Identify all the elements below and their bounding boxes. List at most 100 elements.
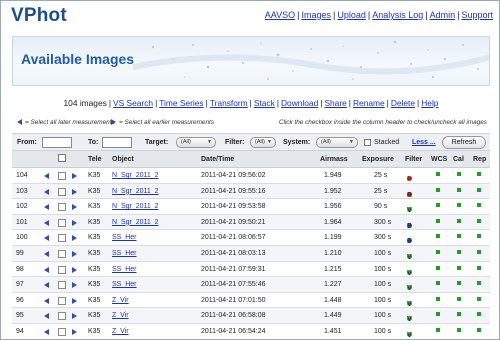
col-cal[interactable]: Cal	[453, 156, 464, 163]
row-object-link[interactable]: SS_Her	[112, 281, 137, 288]
table-row[interactable]: 94 K35 Z_Vir 2011-04-21 06:54:24 1.451 100 sV	[12, 324, 490, 339]
select-earlier-icon[interactable]	[72, 188, 77, 195]
select-later-icon[interactable]	[44, 235, 49, 242]
to-label: To:	[88, 139, 99, 146]
stacked-checkbox[interactable]	[364, 139, 371, 146]
row-object-link[interactable]: N_Sgr_2011_2	[112, 203, 159, 210]
row-datetime: 2011-04-21 09:56:02	[201, 172, 266, 179]
col-wcs[interactable]: WCS	[431, 156, 447, 163]
nav-images[interactable]: Images	[302, 10, 332, 20]
select-later-icon[interactable]	[44, 297, 49, 304]
less-options-link[interactable]: Less ...	[412, 139, 436, 146]
row-checkbox[interactable]	[58, 296, 66, 305]
select-later-icon[interactable]	[44, 219, 49, 226]
row-object-link[interactable]: Z_Vir	[112, 328, 129, 335]
row-checkbox[interactable]	[58, 327, 66, 336]
row-checkbox[interactable]	[58, 249, 66, 258]
select-later-icon[interactable]	[44, 188, 49, 195]
nav-upload[interactable]: Upload	[337, 10, 366, 20]
select-earlier-icon[interactable]	[72, 250, 77, 257]
col-airmass[interactable]: Airmass	[320, 156, 348, 163]
col-filter[interactable]: Filter	[405, 156, 422, 163]
row-object-link[interactable]: Z_Vir	[112, 297, 129, 304]
row-checkbox[interactable]	[58, 234, 66, 243]
select-later-icon[interactable]	[44, 173, 49, 179]
select-later-icon[interactable]	[44, 266, 49, 273]
select-earlier-icon[interactable]	[72, 328, 77, 335]
col-rep[interactable]: Rep	[473, 156, 486, 163]
link-vs-search[interactable]: VS Search	[113, 98, 153, 108]
nav-admin[interactable]: Admin	[430, 10, 456, 20]
col-exposure[interactable]: Exposure	[362, 156, 394, 163]
link-delete[interactable]: Delete	[391, 98, 415, 108]
table-row[interactable]: 95 K35 Z_Vir 2011-04-21 06:58:08 1.449 100 sV	[12, 308, 490, 324]
to-date-input[interactable]	[102, 137, 132, 148]
select-all-checkbox[interactable]	[58, 154, 66, 162]
row-datetime: 2011-04-21 07:55:46	[201, 281, 266, 289]
table-row[interactable]: 98 K35 SS_Her 2011-04-21 07:59:31 1.215 100 s…	[12, 262, 490, 278]
filter-select[interactable]: (All) ▼	[250, 137, 276, 148]
row-exposure: 100 s	[374, 296, 392, 304]
row-number: 94	[16, 327, 24, 335]
row-checkbox[interactable]	[58, 265, 66, 274]
system-select[interactable]: (All) ▼	[316, 137, 358, 148]
select-later-icon[interactable]	[44, 204, 49, 211]
table-row[interactable]: 102 K35 N_Sgr_2011_2 2011-04-21 09:53:58 1.9…	[12, 199, 490, 215]
select-earlier-icon[interactable]	[72, 313, 77, 320]
nav-aavso[interactable]: AAVSO	[265, 10, 295, 20]
table-row[interactable]: 103 K35 N_Sgr_2011_2 2011-04-21 09:55:16 1.9…	[12, 183, 490, 200]
select-earlier-icon[interactable]	[72, 297, 77, 304]
select-earlier-icon[interactable]	[72, 219, 77, 226]
rep-status-icon	[477, 218, 481, 223]
link-download[interactable]: Download	[281, 98, 318, 108]
col-tele[interactable]: Tele	[88, 156, 102, 163]
row-checkbox[interactable]	[58, 187, 66, 196]
table-row[interactable]: 99 K35 SS_Her 2011-04-21 08:03:13 1.210 100 s…	[12, 245, 490, 262]
row-checkbox[interactable]	[58, 203, 66, 212]
table-row[interactable]: 100 K35 SS_Her 2011-04-21 08:06:57 1.199 300 …	[12, 230, 490, 246]
row-exposure: 100 s	[374, 312, 392, 320]
select-later-icon[interactable]	[44, 313, 49, 320]
select-later-icon[interactable]	[44, 328, 49, 335]
from-label: From:	[17, 139, 37, 146]
row-object-link[interactable]: Z_Vir	[112, 312, 129, 319]
wcs-status-icon	[436, 249, 440, 254]
select-later-icon[interactable]	[44, 282, 49, 289]
nav-analysis-log[interactable]: Analysis Log	[372, 10, 423, 20]
table-row[interactable]: 104 K35 N_Sgr_2011_2 2011-04-21 09:56:02 1.9…	[12, 168, 490, 184]
table-row[interactable]: 101 K35 N_Sgr_2011_2 2011-04-21 09:50:21 1.9…	[12, 214, 490, 231]
row-object-link[interactable]: N_Sgr_2011_2	[112, 172, 159, 179]
refresh-button[interactable]: Refresh	[442, 136, 486, 149]
select-earlier-icon[interactable]	[72, 235, 77, 242]
app-logo[interactable]: VPhot	[11, 5, 67, 27]
target-select[interactable]: (All) ▼	[176, 137, 216, 148]
nav-support[interactable]: Support	[461, 10, 493, 20]
chevron-down-icon: ▼	[267, 139, 272, 145]
link-rename[interactable]: Rename	[353, 98, 385, 108]
link-help[interactable]: Help	[421, 98, 438, 108]
link-transform[interactable]: Transform	[210, 98, 248, 108]
table-row[interactable]: 97 K35 SS_Her 2011-04-21 07:55:46 1.227 100 s…	[12, 277, 490, 293]
row-checkbox[interactable]	[58, 281, 66, 290]
row-object-link[interactable]: N_Sgr_2011_2	[112, 219, 159, 226]
col-object[interactable]: Object	[112, 156, 134, 163]
row-checkbox[interactable]	[58, 218, 66, 227]
row-object-link[interactable]: N_Sgr_2011_2	[112, 188, 159, 195]
table-row[interactable]: 96 K35 Z_Vir 2011-04-21 07:01:50 1.448 100 sV	[12, 293, 490, 309]
row-datetime: 2011-04-21 08:03:13	[201, 249, 266, 257]
from-date-input[interactable]	[42, 137, 72, 148]
select-earlier-icon[interactable]	[72, 266, 77, 273]
link-stack[interactable]: Stack	[254, 98, 275, 108]
select-earlier-icon[interactable]	[72, 173, 77, 179]
row-checkbox[interactable]	[58, 312, 66, 321]
link-share[interactable]: Share	[324, 98, 346, 108]
select-earlier-icon[interactable]	[72, 282, 77, 289]
row-object-link[interactable]: SS_Her	[112, 234, 137, 241]
select-later-icon[interactable]	[44, 250, 49, 257]
row-object-link[interactable]: SS_Her	[112, 250, 137, 257]
link-time-series[interactable]: Time Series	[159, 98, 203, 108]
select-earlier-icon[interactable]	[72, 204, 77, 211]
col-datetime[interactable]: Date/Time	[201, 156, 234, 163]
row-object-link[interactable]: SS_Her	[112, 266, 137, 273]
row-checkbox[interactable]	[58, 172, 66, 180]
